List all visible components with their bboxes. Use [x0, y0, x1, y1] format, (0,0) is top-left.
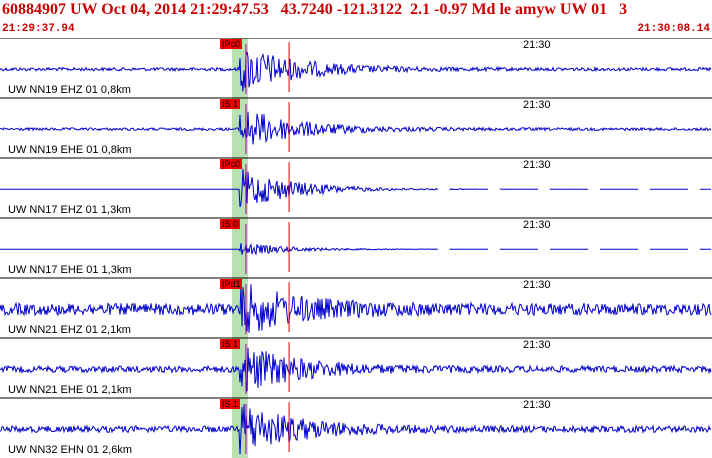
- time-mark: 21:30: [523, 219, 551, 231]
- time-mark: 21:30: [523, 99, 551, 111]
- waveform-trace: [0, 168, 711, 208]
- channel-label: UW NN32 EHN 01 2,6km: [8, 444, 133, 456]
- channel-label: UW NN19 EHE 01 0,8km: [8, 144, 132, 156]
- pick-flag[interactable]: IS 1: [219, 99, 240, 109]
- pick-flag[interactable]: IS 1: [219, 339, 240, 349]
- time-mark: 21:30: [523, 159, 551, 171]
- end-time: 21:30:08.14: [637, 23, 710, 35]
- event-header: 60884907 UW Oct 04, 2014 21:29:47.53 43.…: [0, 0, 712, 40]
- seismogram-panel[interactable]: IPc0 21:30 UW NN19 EHZ 01 0,8km IS 1 21:30 UW…: [0, 38, 712, 458]
- channel-label: UW NN17 EHE 01 1,3km: [8, 264, 132, 276]
- event-summary: 60884907 UW Oct 04, 2014 21:29:47.53 43.…: [2, 1, 628, 18]
- channel-label: UW NN19 EHZ 01 0,8km: [8, 84, 131, 96]
- waveform-trace: [0, 243, 711, 256]
- channel-label: UW NN21 EHZ 01 2,1km: [8, 324, 131, 336]
- pick-flag[interactable]: IS 0: [219, 219, 240, 229]
- time-mark: 21:30: [523, 399, 551, 411]
- channel-label: UW NN17 EHZ 01 1,3km: [8, 204, 131, 216]
- start-time: 21:29:37.94: [2, 23, 75, 35]
- pick-flag[interactable]: IS 1: [219, 399, 240, 409]
- time-mark: 21:30: [523, 39, 551, 51]
- channel-label: UW NN21 EHE 01 2,1km: [8, 384, 132, 396]
- pick-flag[interactable]: IPd1: [219, 279, 243, 289]
- pick-flag[interactable]: IPc0: [219, 159, 242, 169]
- pick-flag[interactable]: IPc0: [219, 39, 242, 49]
- waveform-trace: [0, 111, 712, 145]
- time-mark: 21:30: [523, 339, 551, 351]
- time-mark: 21:30: [523, 279, 551, 291]
